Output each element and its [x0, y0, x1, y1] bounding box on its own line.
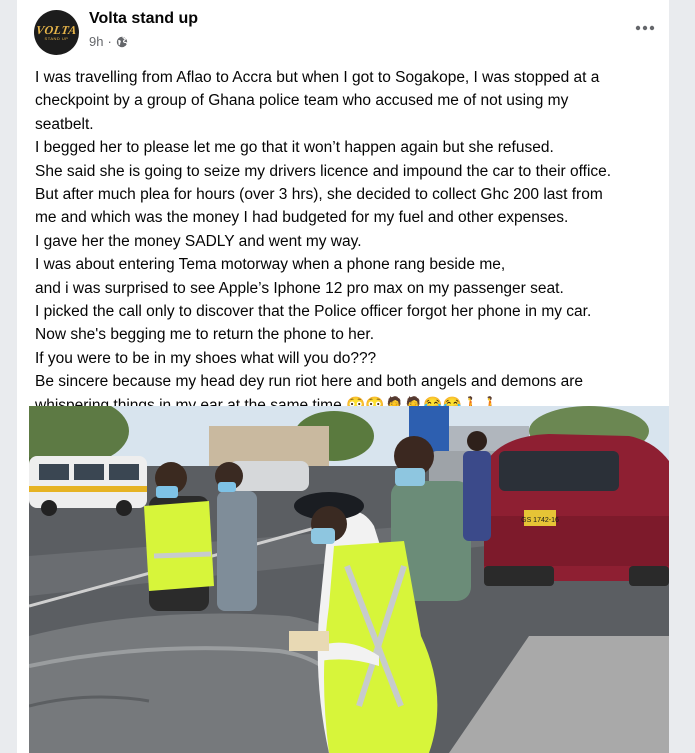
- post-photo[interactable]: GS 1742-16: [29, 406, 669, 753]
- post-card: VOLTA STAND UP Volta stand up 9h · I was…: [17, 0, 669, 753]
- post-meta: 9h ·: [89, 34, 128, 49]
- post-text-line: me and which was the money I had budgete…: [35, 209, 569, 227]
- post-text-line: I was about entering Tema motorway when …: [35, 256, 506, 274]
- post-text-line: Be sincere because my head dey run riot …: [35, 373, 584, 391]
- post-text-line: and i was surprised to see Apple’s Iphon…: [35, 279, 564, 297]
- post-message: I was travelling from Aflao to Accra but…: [35, 66, 660, 417]
- page-name-link[interactable]: Volta stand up: [89, 10, 198, 28]
- post-text-line: Now she's begging me to return the phone…: [35, 326, 375, 344]
- post-text-line: I was travelling from Aflao to Accra but…: [35, 69, 600, 86]
- post-text-line: I gave her the money SADLY and went my w…: [35, 232, 362, 250]
- police-checkpoint-photo: GS 1742-16: [29, 406, 669, 753]
- meta-separator: ·: [107, 34, 112, 49]
- post-timestamp[interactable]: 9h: [89, 34, 103, 49]
- post-text-line: If you were to be in my shoes what will …: [35, 349, 377, 367]
- avatar[interactable]: VOLTA STAND UP: [34, 10, 79, 55]
- post-text-line: But after much plea for hours (over 3 hr…: [35, 186, 603, 204]
- post-header: VOLTA STAND UP Volta stand up 9h ·: [17, 0, 669, 60]
- post-text-line: I begged her to please let me go that it…: [35, 139, 554, 157]
- license-plate-text: GS 1742-16: [521, 517, 559, 524]
- more-horizontal-icon: [635, 25, 655, 31]
- post-text-line: I picked the call only to discover that …: [35, 303, 592, 321]
- globe-icon[interactable]: [116, 36, 128, 48]
- more-options-button[interactable]: [633, 16, 657, 40]
- post-text-line: She said she is going to seize my driver…: [35, 162, 612, 180]
- avatar-logo-text: VOLTA: [35, 23, 78, 37]
- post-text-line: seatbelt.: [35, 115, 94, 133]
- post-text-line: checkpoint by a group of Ghana police te…: [35, 92, 569, 110]
